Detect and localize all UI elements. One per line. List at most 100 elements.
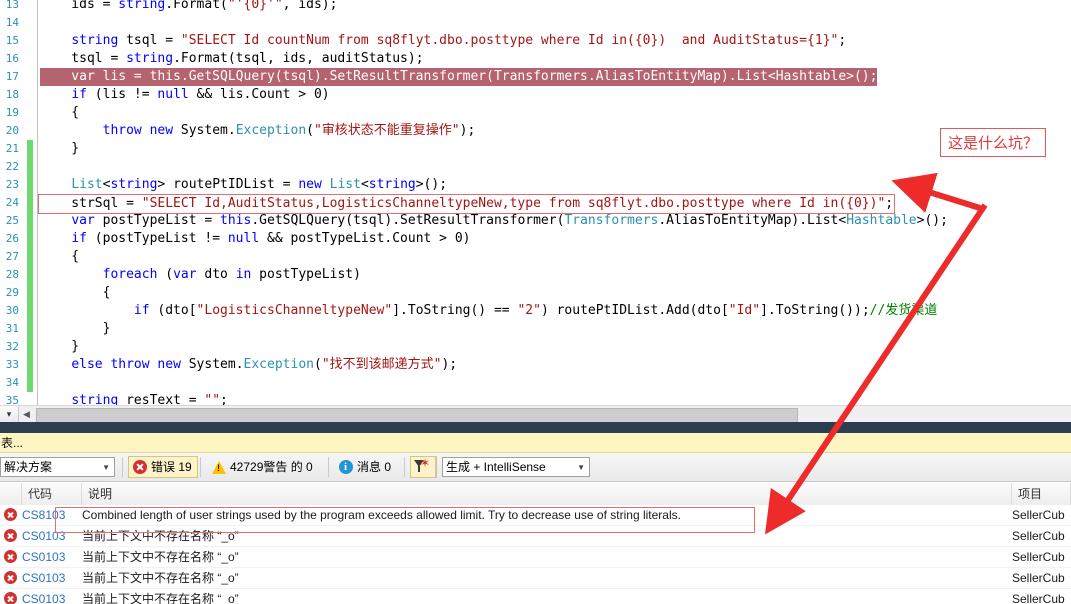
code-token: postTypeList) bbox=[251, 267, 361, 282]
code-line[interactable]: List<string> routePtIDList = new List<st… bbox=[40, 176, 447, 194]
line-number: 34 bbox=[5, 376, 19, 389]
code-token: "找不到该邮递方式" bbox=[321, 357, 442, 372]
code-token: postTypeList = bbox=[94, 213, 221, 228]
column-header[interactable]: 项目 bbox=[1012, 483, 1071, 505]
error-code-cell[interactable]: CS0103 bbox=[22, 589, 74, 604]
code-token: List bbox=[71, 177, 103, 192]
messages-filter-toggle[interactable]: 消息 0 bbox=[334, 456, 397, 478]
scroll-thumb[interactable] bbox=[36, 408, 798, 423]
column-header[interactable]: 说明 bbox=[82, 483, 1012, 505]
code-token: ( bbox=[306, 123, 314, 138]
line-number: 15 bbox=[5, 34, 19, 47]
scope-filter-dropdown[interactable]: 解决方案 ▼ bbox=[0, 457, 115, 477]
code-line[interactable]: { bbox=[40, 248, 79, 266]
error-icon bbox=[4, 571, 17, 584]
warnings-filter-label: 42729警告 的 0 bbox=[230, 460, 313, 474]
error-code-cell[interactable]: CS8103 bbox=[22, 505, 74, 525]
code-token: throw bbox=[102, 123, 142, 138]
code-token: && postTypeList.Count > 0) bbox=[259, 231, 471, 246]
code-line[interactable] bbox=[40, 158, 48, 176]
error-project-cell: SellerCub bbox=[1012, 508, 1065, 522]
line-number: 16 bbox=[5, 52, 19, 65]
code-line[interactable]: { bbox=[40, 104, 79, 122]
filter-settings-button[interactable]: ✶ bbox=[410, 456, 437, 478]
code-token: { bbox=[40, 249, 80, 264]
error-description-cell: 当前上下文中不存在名称 “_o” bbox=[82, 550, 239, 564]
code-line[interactable]: ids = string.Format("'{0}'", ids); bbox=[40, 0, 337, 14]
table-row[interactable]: CS0103 当前上下文中不存在名称 “_o” SellerCub bbox=[0, 547, 1071, 568]
error-code-cell[interactable]: CS0103 bbox=[22, 526, 74, 546]
code-token: this bbox=[220, 213, 252, 228]
code-line[interactable]: tsql = string.Format(tsql, ids, auditSta… bbox=[40, 50, 423, 68]
code-line[interactable]: var postTypeList = this.GetSQLQuery(tsql… bbox=[40, 212, 948, 230]
code-token: string bbox=[118, 0, 166, 12]
code-token: if bbox=[71, 231, 87, 246]
code-token: (dto[ bbox=[149, 303, 197, 318]
code-token: "Id" bbox=[728, 303, 761, 318]
code-line[interactable]: if (lis != null && lis.Count > 0) bbox=[40, 86, 329, 104]
chevron-down-icon: ▼ bbox=[102, 463, 110, 472]
code-token: //发货渠道 bbox=[869, 303, 938, 318]
error-list-rows[interactable]: CS8103 Combined length of user strings us… bbox=[0, 505, 1071, 604]
code-line[interactable] bbox=[40, 14, 48, 32]
code-token: resText = bbox=[118, 393, 205, 405]
line-number: 13 bbox=[5, 0, 19, 11]
code-line[interactable]: string resText = ""; bbox=[40, 392, 228, 405]
code-editor[interactable]: 13 14 15 16 17 18 19 20 21 22 23 24 25 26 27 28 29 30 31 32… bbox=[0, 0, 1071, 405]
toolbar-separator-2 bbox=[200, 457, 201, 477]
code-token: if bbox=[71, 87, 87, 102]
code-line[interactable] bbox=[40, 374, 48, 392]
code-token: "2" bbox=[517, 303, 541, 318]
code-line[interactable]: string tsql = "SELECT Id countNum from s… bbox=[40, 32, 846, 50]
scroll-left-arrow[interactable]: ◀ bbox=[19, 407, 34, 422]
table-row[interactable]: CS0103 当前上下文中不存在名称 “_o” SellerCub bbox=[0, 568, 1071, 589]
code-token: string bbox=[126, 51, 174, 66]
code-token: .AliasToEntityMap).List< bbox=[658, 213, 847, 228]
code-token: .Format( bbox=[165, 0, 228, 12]
errors-filter-toggle[interactable]: 错误 19 bbox=[128, 456, 198, 478]
line-number: 17 bbox=[5, 70, 19, 83]
line-number: 24 bbox=[5, 196, 19, 209]
code-line[interactable]: { bbox=[40, 284, 111, 302]
code-line[interactable]: else throw new System.Exception("找不到该邮递方… bbox=[40, 356, 457, 374]
code-text-area[interactable]: ids = string.Format("'{0}'", ids); strin… bbox=[38, 0, 1071, 405]
code-line[interactable]: if (dto["LogisticsChanneltypeNew"].ToStr… bbox=[40, 302, 937, 320]
code-line[interactable]: } bbox=[40, 338, 79, 356]
code-token: (postTypeList != bbox=[86, 231, 228, 246]
code-line[interactable]: } bbox=[40, 320, 111, 338]
code-token: (lis != bbox=[86, 87, 158, 102]
filter-icon: ✶ bbox=[414, 457, 430, 474]
table-row[interactable]: CS0103 当前上下文中不存在名称 “_o” SellerCub bbox=[0, 526, 1071, 547]
code-line[interactable]: if (postTypeList != null && postTypeList… bbox=[40, 230, 471, 248]
code-line[interactable]: } bbox=[40, 140, 79, 158]
code-token: strSql = bbox=[40, 196, 142, 211]
code-token: System. bbox=[173, 123, 236, 138]
code-token: ].ToString() == bbox=[392, 303, 518, 318]
table-row[interactable]: CS0103 当前上下文中不存在名称 “_o” SellerCub bbox=[0, 589, 1071, 604]
build-intellisense-dropdown[interactable]: 生成 + IntelliSense ▼ bbox=[442, 457, 590, 477]
code-line[interactable]: foreach (var dto in postTypeList) bbox=[40, 266, 361, 284]
code-token: var bbox=[173, 267, 197, 282]
column-header[interactable]: 代码 bbox=[22, 483, 82, 505]
code-line[interactable]: throw new System.Exception("审核状态不能重复操作")… bbox=[40, 122, 476, 140]
error-project-cell: SellerCub bbox=[1012, 550, 1065, 564]
code-token: System. bbox=[180, 357, 244, 372]
code-line[interactable]: var lis = this.GetSQLQuery(tsql).SetResu… bbox=[40, 68, 878, 86]
error-list-toolbar: 解决方案 ▼ 错误 19 42729警告 的 0 消息 0 ✶ 生成 + Int… bbox=[0, 453, 1071, 482]
warnings-filter-toggle[interactable]: 42729警告 的 0 bbox=[207, 456, 319, 478]
scrollbar-corner-dropdown[interactable]: ▾ bbox=[0, 406, 19, 423]
line-number: 30 bbox=[5, 304, 19, 317]
change-bar-modified bbox=[27, 140, 33, 392]
error-code-cell[interactable]: CS0103 bbox=[22, 547, 74, 567]
table-row[interactable]: CS8103 Combined length of user strings us… bbox=[0, 505, 1071, 526]
code-token: ) routePtIDList.Add(dto[ bbox=[540, 303, 729, 318]
error-code-cell[interactable]: CS0103 bbox=[22, 568, 74, 588]
column-header[interactable] bbox=[0, 483, 22, 505]
editor-horizontal-scrollbar[interactable]: ▾ ◀ bbox=[0, 405, 1071, 423]
code-line[interactable]: strSql = "SELECT Id,AuditStatus,Logistic… bbox=[38, 194, 896, 214]
